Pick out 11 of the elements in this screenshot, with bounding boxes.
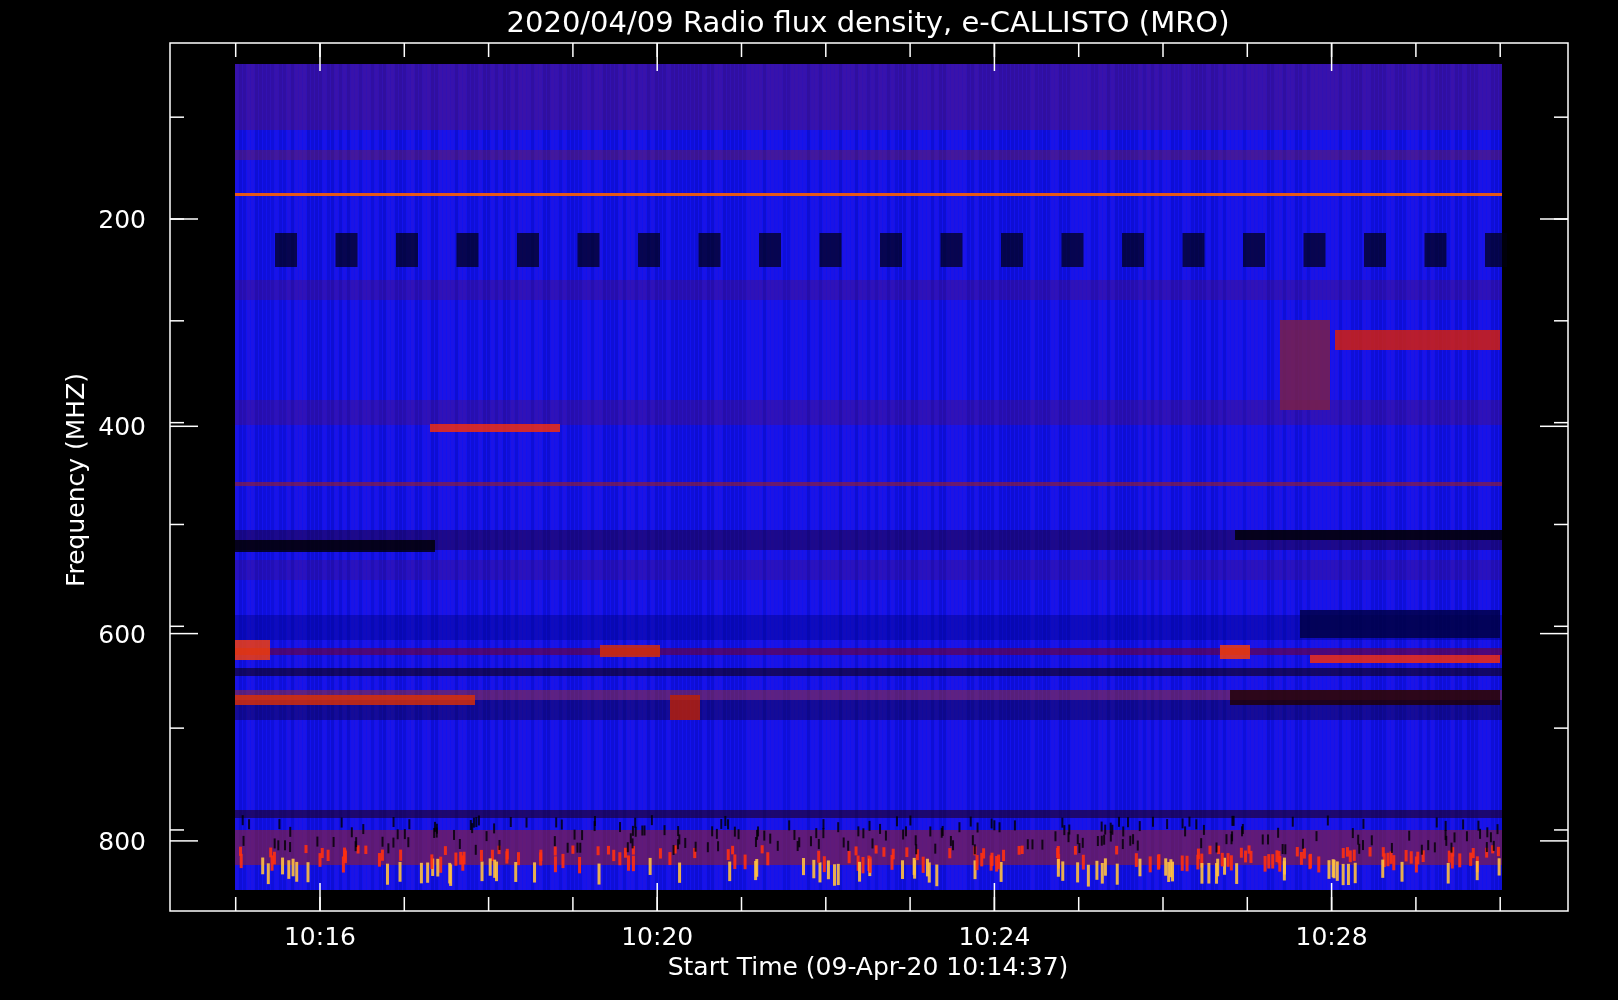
y-tick-label: 400 (98, 412, 146, 442)
y-axis-label: Frequency (MHZ) (61, 372, 90, 588)
y-tick-label: 600 (98, 619, 146, 649)
y-tick-label: 800 (98, 826, 146, 856)
x-tick-label: 10:24 (958, 922, 1031, 951)
chart-title: 2020/04/09 Radio flux density, e-CALLISTO (MRO) (506, 5, 1230, 39)
x-axis-label: Start Time (09-Apr-20 10:14:37) (667, 952, 1069, 981)
x-tick-label: 10:20 (621, 922, 694, 951)
x-tick-label: 10:16 (284, 922, 356, 951)
x-tick-label: 10:28 (1295, 922, 1368, 951)
y-tick-label: 200 (98, 205, 146, 234)
